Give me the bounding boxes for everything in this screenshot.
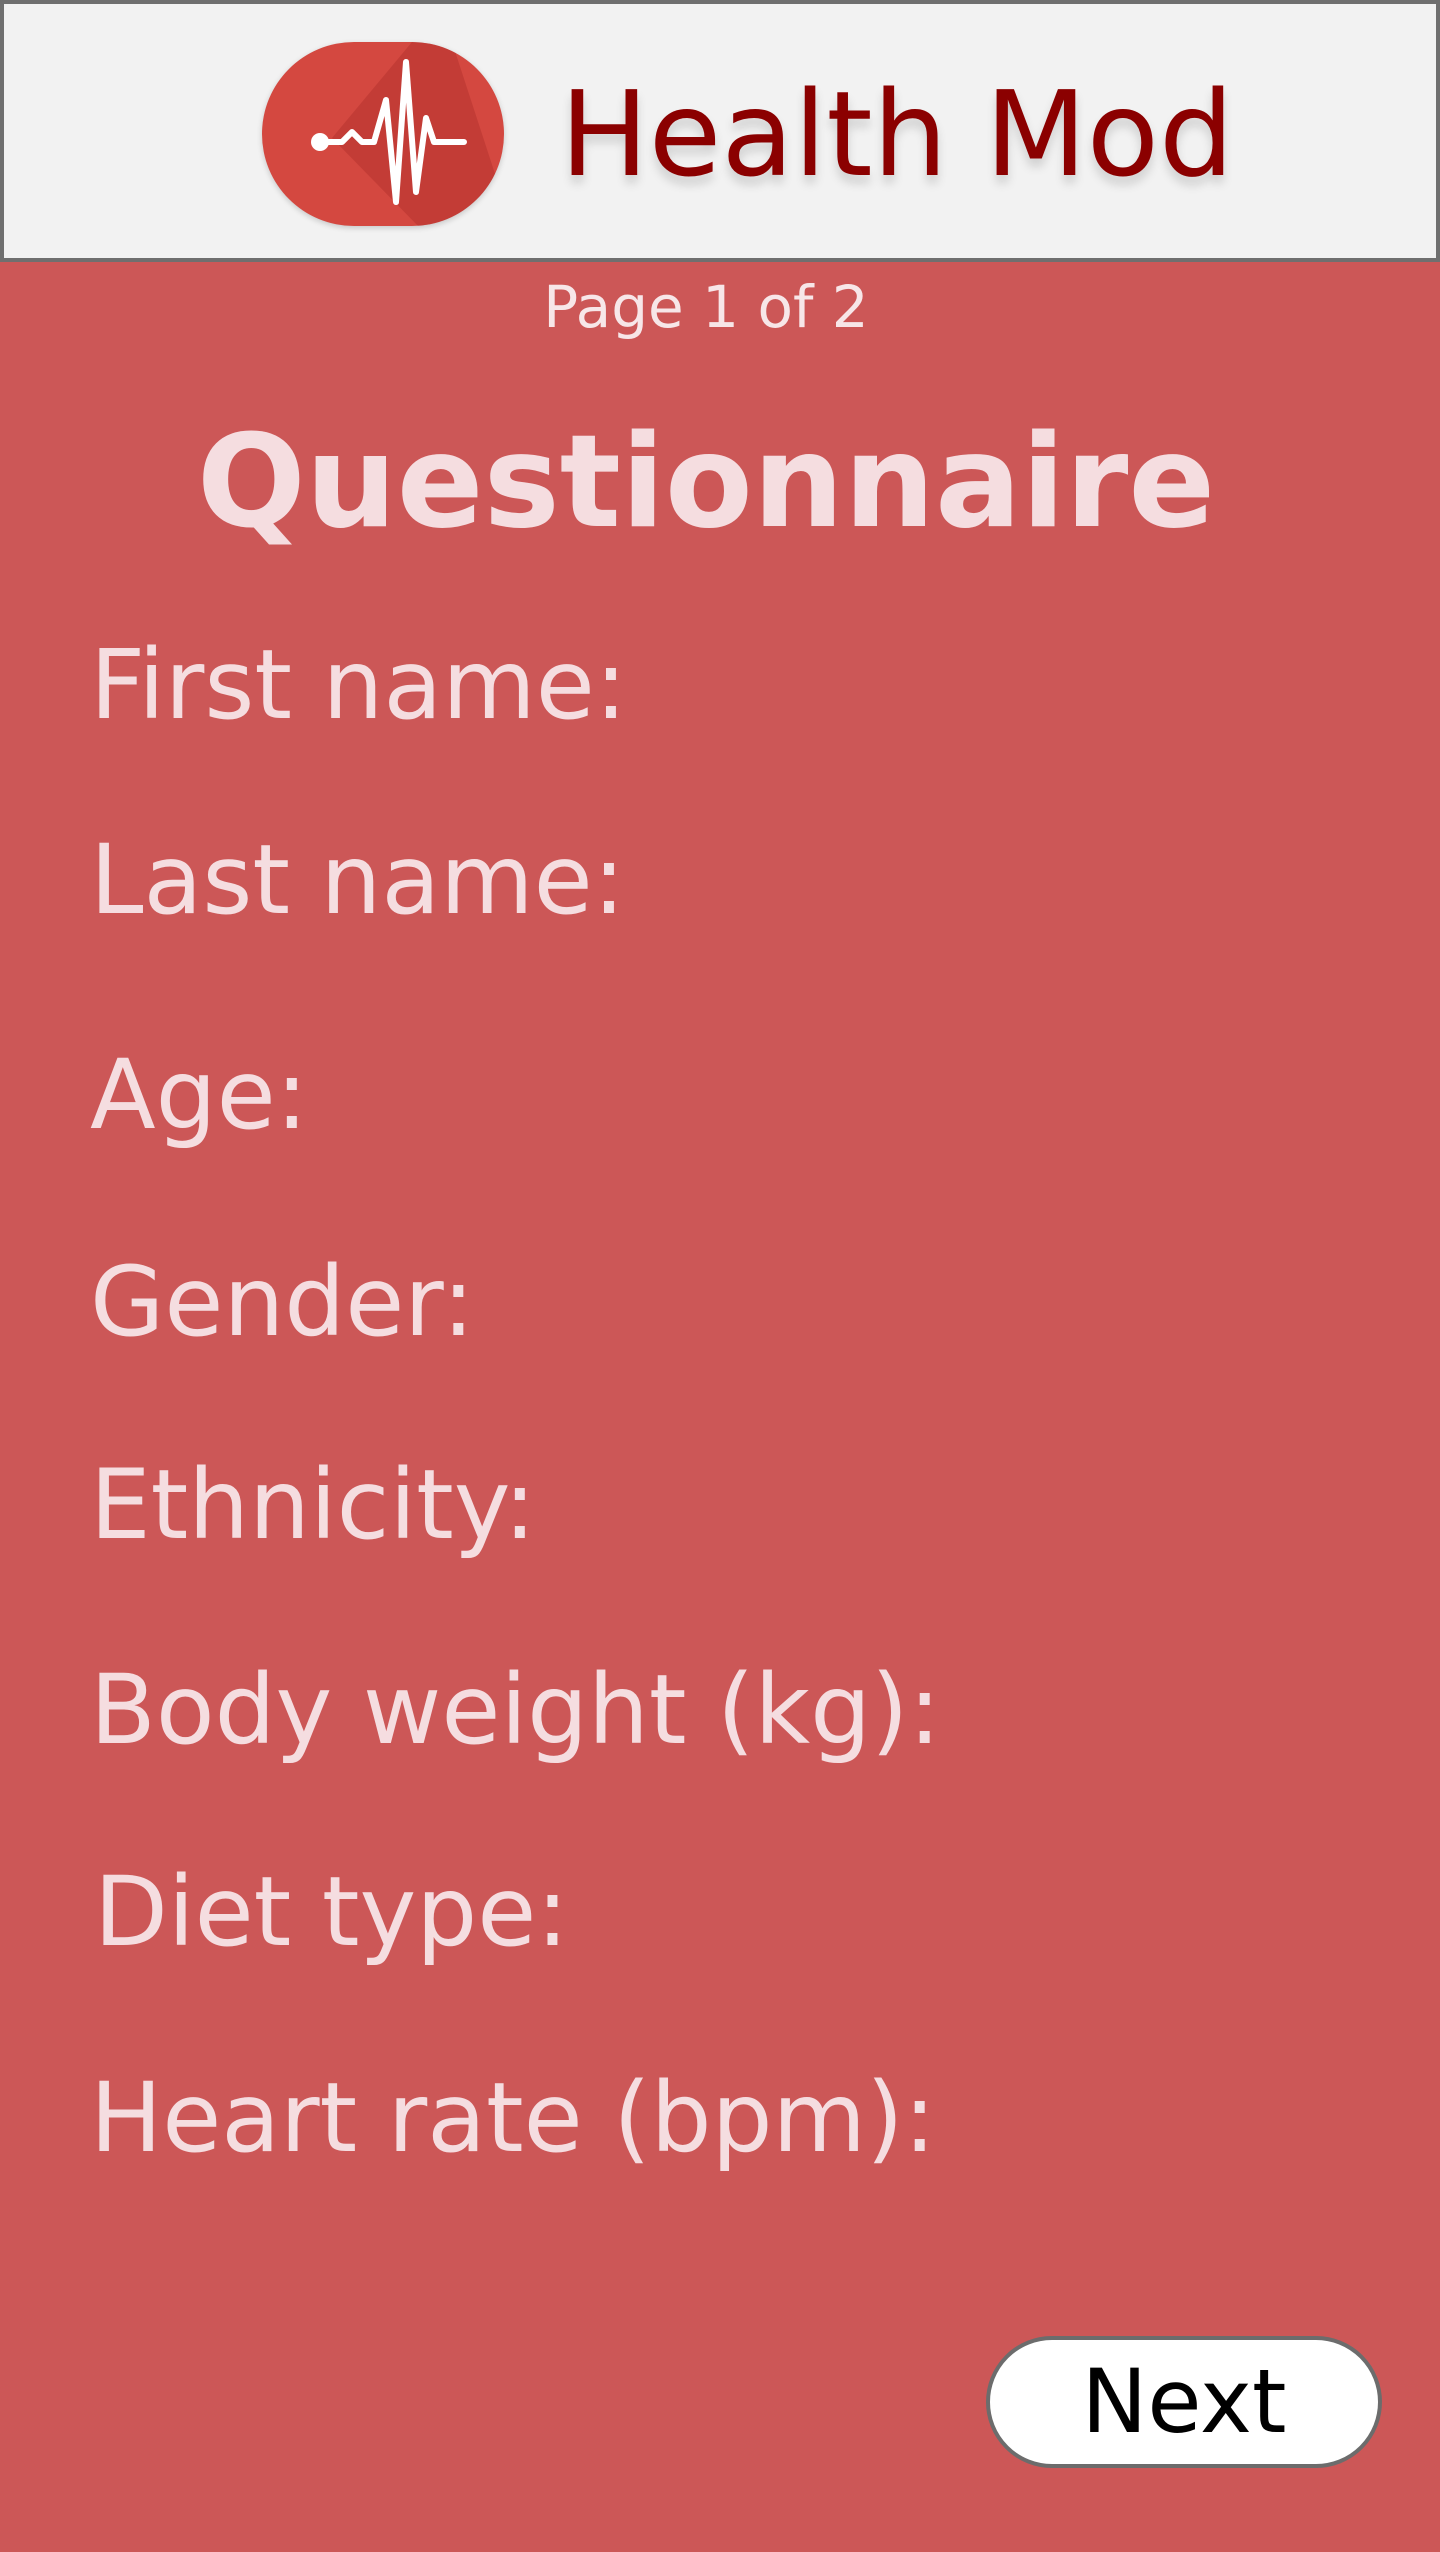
heart-rate-label: Heart rate (bpm): <box>90 2062 936 2174</box>
diet-type-label: Diet type: <box>94 1856 569 1968</box>
page-title: Questionnaire <box>196 408 1216 557</box>
first-name-label: First name: <box>90 629 628 741</box>
app-header: Health Mod <box>0 0 1440 262</box>
body-weight-label: Body weight (kg): <box>90 1654 941 1766</box>
ethnicity-label: Ethnicity: <box>90 1449 536 1561</box>
gender-label: Gender: <box>90 1246 475 1358</box>
app-title: Health Mod <box>560 65 1234 203</box>
age-label: Age: <box>90 1039 309 1151</box>
next-button[interactable]: Next <box>986 2336 1382 2468</box>
page-indicator: Page 1 of 2 <box>543 273 869 341</box>
heartbeat-icon <box>262 42 504 226</box>
last-name-label: Last name: <box>90 824 626 936</box>
